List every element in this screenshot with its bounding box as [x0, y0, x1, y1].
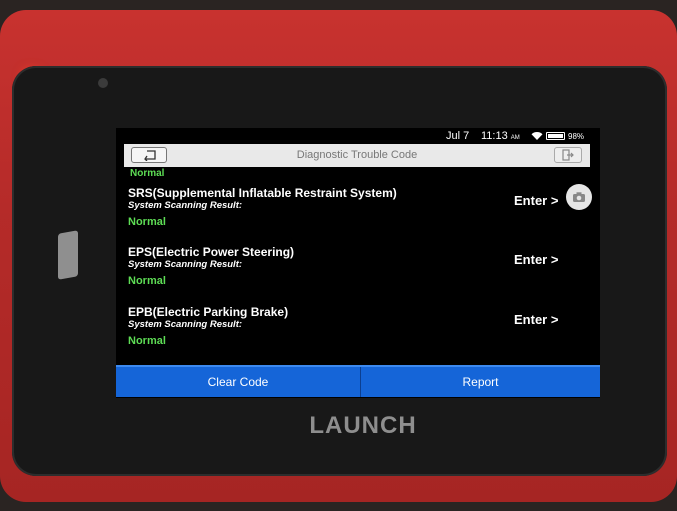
system-name: EPB(Electric Parking Brake) [128, 305, 289, 319]
clear-code-button[interactable]: Clear Code [116, 367, 360, 397]
front-camera [98, 78, 108, 88]
side-clip [58, 230, 78, 280]
scan-label: System Scanning Result: [128, 200, 243, 211]
camera-icon [573, 192, 585, 202]
status-time-ampm: AM [510, 135, 520, 141]
screenshot-button[interactable] [566, 184, 592, 210]
previous-system-result: Normal [130, 168, 165, 179]
system-row-eps: EPS(Electric Power Steering) System Scan… [116, 245, 600, 305]
enter-button-srs[interactable]: Enter > [514, 193, 558, 208]
battery-icon [546, 132, 565, 140]
system-name: SRS(Supplemental Inflatable Restraint Sy… [128, 186, 397, 200]
wifi-icon [531, 132, 543, 140]
action-bar: Clear Code Report [116, 365, 600, 397]
status-date: Jul 7 [446, 130, 470, 142]
scan-result: Normal [128, 216, 166, 228]
enter-button-eps[interactable]: Enter > [514, 252, 558, 267]
system-list: Normal SRS(Supplemental Inflatable Restr… [116, 167, 600, 365]
system-row-epb: EPB(Electric Parking Brake) System Scann… [116, 305, 600, 365]
enter-button-epb[interactable]: Enter > [514, 312, 558, 327]
page-title: Diagnostic Trouble Code [296, 149, 418, 161]
status-bar: Jul 7 11:13 AM 98% [116, 128, 600, 144]
title-bar: Diagnostic Trouble Code [124, 144, 590, 167]
report-button[interactable]: Report [361, 367, 600, 397]
scan-result: Normal [128, 275, 166, 287]
system-row-srs: SRS(Supplemental Inflatable Restraint Sy… [116, 184, 600, 246]
system-name: EPS(Electric Power Steering) [128, 245, 295, 259]
status-time: 11:13 AM [481, 130, 520, 142]
screen: Jul 7 11:13 AM 98% Diagnostic Trouble Co… [116, 128, 600, 398]
brand-logo: LAUNCH [309, 412, 417, 439]
exit-button[interactable] [554, 147, 582, 163]
scan-label: System Scanning Result: [128, 259, 243, 270]
battery-percent: 98% [568, 132, 585, 141]
exit-icon [562, 149, 574, 161]
scan-label: System Scanning Result: [128, 319, 243, 330]
scan-result: Normal [128, 335, 166, 347]
status-time-value: 11:13 [481, 130, 508, 142]
